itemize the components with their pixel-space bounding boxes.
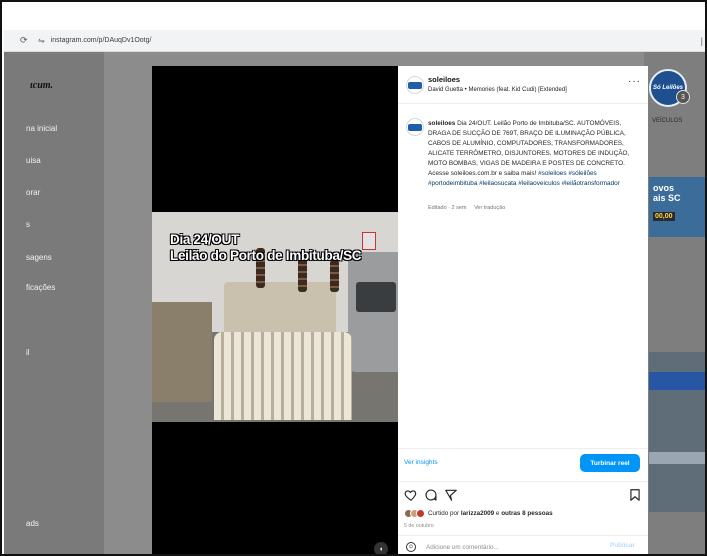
photo-car-window [356, 282, 396, 312]
photo-car [348, 252, 398, 372]
instagram-logo: ɩcum. [30, 80, 54, 91]
liker-avatar-3 [416, 509, 425, 518]
heart-icon[interactable] [404, 488, 418, 502]
background-ad-stripe [649, 372, 705, 390]
author-avatar-logo [408, 81, 422, 89]
liked-by-suffix: e [495, 510, 500, 517]
brand-badge-count: 3 [676, 90, 690, 104]
liked-by-text: Curtido por larizza2009 e outras 8 pesso… [428, 510, 553, 517]
liked-by-user[interactable]: larizza2009 [461, 510, 494, 517]
reel-overlay-title: Dia 24/OUT [170, 232, 240, 247]
emoji-icon[interactable]: ☺ [406, 542, 416, 552]
comment-icon[interactable] [424, 488, 438, 502]
post-details-panel: soleiloes David Guetta • Memories (feat.… [398, 66, 648, 554]
liked-by-row[interactable]: Curtido por larizza2009 e outras 8 pesso… [404, 509, 553, 518]
sidebar-item-home[interactable]: na inicial [26, 124, 57, 133]
background-ad-line1: ovos [653, 183, 675, 193]
liked-by-others[interactable]: outras 8 pessoas [501, 510, 552, 517]
caption-meta: Editado · 2 sem Ver tradução [428, 205, 505, 211]
background-ad-price: 00,00 [653, 212, 675, 221]
caption-avatar[interactable] [406, 118, 424, 136]
background-ad-line2: ais SC [653, 193, 681, 203]
background-ad-thumbnail-2 [649, 352, 705, 512]
reel-audio-track[interactable]: David Guetta • Memories (feat. Kid Cudi)… [428, 87, 567, 93]
reload-icon[interactable]: ⟳ [20, 35, 30, 46]
screenshot-frame: ⟳ ⇋ instagram.com/p/DAuqDv1Ootg/ | ɩcum.… [0, 0, 707, 556]
sidebar-item-reels[interactable]: s [26, 220, 30, 229]
photo-bushing-3 [330, 260, 339, 292]
site-settings-icon[interactable]: ⇋ [38, 36, 45, 45]
sidebar-item-threads[interactable]: ads [26, 519, 39, 528]
post-caption: soleiloes Dia 24/OUT. Leilão Porto de Im… [428, 119, 640, 189]
post-action-bar [398, 481, 648, 505]
browser-edge-icon: | [700, 35, 703, 46]
reel-overlay-subtitle: Leilão do Porto de Imbituba/SC [170, 248, 362, 263]
post-header: soleiloes David Guetta • Memories (feat.… [398, 66, 648, 104]
caption-username[interactable]: soleiloes [428, 120, 455, 127]
caption-text: Dia 24/OUT. Leilão Porto de Imbituba/SC.… [428, 120, 630, 177]
sidebar-item-explore[interactable]: orar [26, 188, 40, 197]
url-text[interactable]: instagram.com/p/DAuqDv1Ootg/ [51, 37, 152, 44]
share-icon[interactable] [444, 488, 458, 502]
comment-composer: ☺ Publicar [398, 535, 648, 554]
sidebar-item-notifications[interactable]: ficações [26, 283, 55, 292]
dimmed-page-backdrop[interactable]: ɩcum. na inicial uisa orar s sagens fica… [4, 52, 705, 554]
background-ad-stripe-2 [649, 452, 705, 464]
more-icon[interactable]: ··· [628, 76, 641, 87]
post-date[interactable]: 5 de outubro [404, 523, 434, 529]
liked-by-prefix: Curtido por [428, 510, 460, 517]
sidebar-item-profile[interactable]: il [26, 348, 30, 357]
photo-pallet [152, 302, 212, 402]
background-category-label: VEÍCULOS [652, 118, 683, 124]
sidebar-item-search[interactable]: uisa [26, 156, 41, 165]
mute-icon[interactable]: ◖ [374, 542, 388, 554]
photo-warning-sign [362, 232, 376, 250]
comment-input[interactable] [426, 541, 586, 553]
author-avatar[interactable] [406, 76, 424, 94]
browser-address-bar[interactable]: ⟳ ⇋ instagram.com/p/DAuqDv1Ootg/ | [4, 30, 705, 52]
sidebar-item-messages[interactable]: sagens [26, 253, 52, 262]
post-footer: Ver insights Turbinar reel Curtido por l… [398, 448, 648, 554]
boost-reel-button[interactable]: Turbinar reel [580, 454, 640, 472]
instagram-sidebar: ɩcum. na inicial uisa orar s sagens fica… [4, 52, 104, 554]
edited-timestamp: Editado · 2 sem [428, 205, 467, 211]
background-ad-thumbnail: ovos ais SC 00,00 [649, 177, 705, 237]
view-insights-link[interactable]: Ver insights [404, 459, 438, 466]
caption-avatar-logo [408, 123, 422, 131]
see-translation-link[interactable]: Ver tradução [474, 205, 505, 211]
photo-transformer-fins [214, 332, 352, 420]
reel-video-frame[interactable]: Dia 24/OUT Leilão do Porto de Imbituba/S… [152, 212, 398, 422]
bookmark-icon[interactable] [628, 488, 642, 502]
publish-comment-button[interactable]: Publicar [610, 542, 635, 549]
author-username[interactable]: soleiloes [428, 75, 460, 84]
reel-media-player[interactable]: Dia 24/OUT Leilão do Porto de Imbituba/S… [152, 66, 398, 554]
